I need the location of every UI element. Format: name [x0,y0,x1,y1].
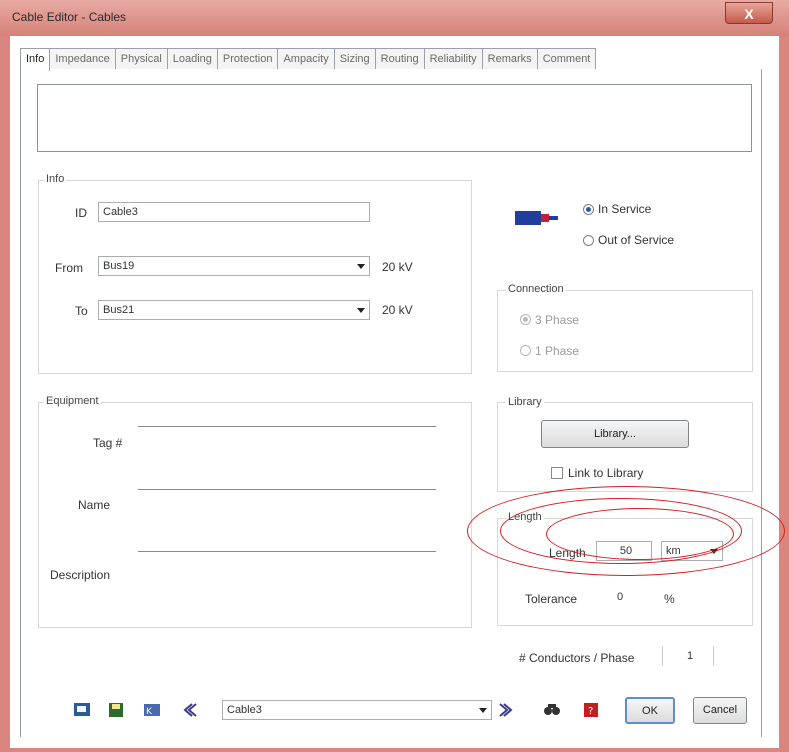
id-input[interactable]: Cable3 [98,202,370,222]
tab-sizing[interactable]: Sizing [334,48,376,69]
ok-button[interactable]: OK [625,697,675,724]
cancel-button[interactable]: Cancel [693,697,747,724]
title-bar[interactable]: Cable Editor - Cables X [0,0,789,36]
conductors-label: # Conductors / Phase [519,651,635,665]
description-label: Description [50,568,111,582]
equipment-title: Equipment [44,395,101,407]
tag-input[interactable] [138,430,436,450]
conductors-input[interactable]: 1 [662,646,714,666]
three-phase-label: 3 Phase [535,313,580,327]
one-phase-radio[interactable] [520,345,531,356]
help-icon[interactable]: ? [582,701,602,719]
header-display [37,84,752,152]
annotation-ellipse-inner [546,508,734,560]
chevron-down-icon [357,264,365,269]
cable-icon [515,211,558,225]
from-kv: 20 kV [382,260,413,274]
tolerance-label: Tolerance [525,592,578,606]
import-icon[interactable] [73,701,93,719]
out-of-service-radio[interactable] [583,235,594,246]
tab-comment[interactable]: Comment [537,48,597,69]
from-label: From [55,261,83,275]
to-label: To [75,304,88,318]
library-button[interactable]: Library... [541,420,689,448]
name-field-top [138,489,436,490]
next-icon[interactable] [496,701,516,719]
record-value: Cable3 [227,704,262,716]
one-phase-label: 1 Phase [535,344,580,358]
find-icon[interactable] [542,701,562,719]
out-of-service-label: Out of Service [598,233,675,247]
link-to-library-checkbox[interactable] [551,467,563,479]
tab-reliability[interactable]: Reliability [424,48,483,69]
description-field-top [138,551,436,552]
from-bus-select[interactable]: Bus19 [98,256,370,276]
save-icon[interactable] [108,701,128,719]
record-select[interactable]: Cable3 [222,700,492,720]
to-bus-select[interactable]: Bus21 [98,300,370,320]
chevron-down-icon [357,308,365,313]
chevron-down-icon [479,708,487,713]
description-input[interactable] [138,556,436,616]
connection-title: Connection [506,283,566,295]
in-service-radio[interactable] [583,204,594,215]
three-phase-radio[interactable] [520,314,531,325]
from-bus-value: Bus19 [103,260,135,272]
tab-ampacity[interactable]: Ampacity [278,48,335,69]
tab-loading[interactable]: Loading [167,48,218,69]
window-title: Cable Editor - Cables [12,10,127,24]
editor-window: Cable Editor - Cables X Info Impedance P… [0,0,789,752]
tab-protection[interactable]: Protection [217,48,279,69]
to-kv: 20 kV [382,303,413,317]
tolerance-input[interactable]: 0 [598,587,638,607]
tab-physical[interactable]: Physical [115,48,168,69]
close-icon: X [744,6,754,22]
id-label: ID [75,206,87,220]
tag-label: Tag # [93,436,123,450]
tolerance-unit: % [664,592,675,606]
tab-remarks[interactable]: Remarks [482,48,538,69]
in-service-label: In Service [598,202,652,216]
tab-strip: Info Impedance Physical Loading Protecti… [20,48,760,71]
info-group-title: Info [44,173,67,185]
link-to-library-label: Link to Library [568,466,644,480]
copy-icon[interactable]: K [143,701,163,719]
tab-impedance[interactable]: Impedance [50,48,116,69]
tab-routing[interactable]: Routing [375,48,425,69]
tag-field-top [138,426,436,427]
tab-info[interactable]: Info [20,48,51,71]
svg-text:?: ? [588,706,593,717]
close-button[interactable]: X [725,2,773,24]
previous-icon[interactable] [180,701,200,719]
name-input[interactable] [138,493,436,513]
connection-group [497,290,753,372]
name-label: Name [78,498,111,512]
to-bus-value: Bus21 [103,304,135,316]
library-title: Library [506,396,544,408]
